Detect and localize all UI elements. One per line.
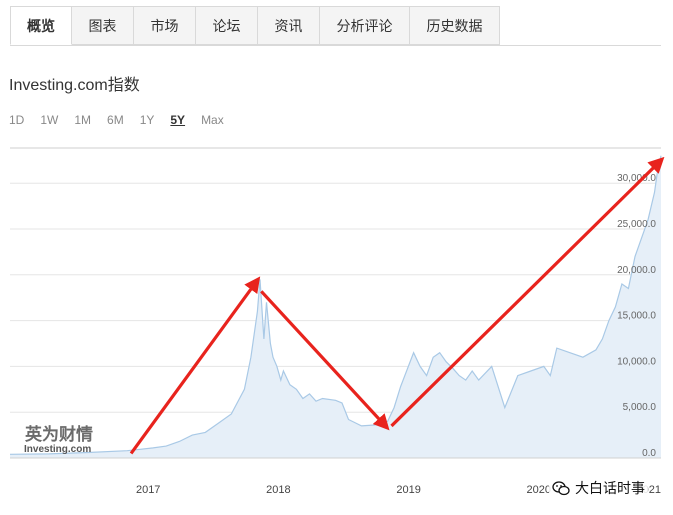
range-1y[interactable]: 1Y — [140, 113, 155, 127]
tab-overview[interactable]: 概览 — [10, 6, 72, 45]
price-chart[interactable]: 0.0 5,000.0 10,000.0 15,000.0 20,000.0 25,000… — [0, 140, 673, 505]
y-tick-label: 0.0 — [642, 448, 656, 459]
y-tick-label: 25,000.0 — [617, 219, 656, 230]
range-5y[interactable]: 5Y — [170, 113, 185, 127]
x-tick-label: 2020 — [527, 484, 551, 496]
x-tick-label: 2018 — [266, 484, 290, 496]
watermark-en: Investing.com — [24, 444, 91, 455]
tab-market[interactable]: 市场 — [134, 6, 196, 45]
wechat-account-name: 大白话时事 — [575, 480, 645, 496]
y-tick-label: 5,000.0 — [623, 402, 657, 413]
y-tick-label: 15,000.0 — [617, 311, 656, 322]
wechat-icon — [552, 480, 570, 495]
tab-divider — [10, 45, 661, 46]
range-selector: 1D 1W 1M 6M 1Y 5Y Max — [9, 113, 240, 127]
wechat-credit: 大白话时事 — [549, 476, 648, 500]
tab-news[interactable]: 资讯 — [258, 6, 320, 45]
tab-historical-data[interactable]: 历史数据 — [410, 6, 500, 45]
tab-analysis[interactable]: 分析评论 — [320, 6, 410, 45]
range-1w[interactable]: 1W — [40, 113, 58, 127]
watermark-logo: 英为财情 Investing.com — [24, 424, 93, 455]
x-tick-label: 2019 — [396, 484, 420, 496]
page-title: Investing.com指数 — [9, 77, 140, 94]
range-1d[interactable]: 1D — [9, 113, 24, 127]
y-tick-label: 20,000.0 — [617, 265, 656, 276]
range-max[interactable]: Max — [201, 113, 224, 127]
y-tick-label: 10,000.0 — [617, 356, 656, 367]
range-6m[interactable]: 6M — [107, 113, 124, 127]
tab-forum[interactable]: 论坛 — [196, 6, 258, 45]
tab-bar: 概览 图表 市场 论坛 资讯 分析评论 历史数据 — [10, 6, 500, 46]
tab-chart[interactable]: 图表 — [72, 6, 134, 45]
watermark-cn: 英为财情 — [25, 424, 93, 445]
x-tick-label: 2017 — [136, 484, 160, 496]
range-1m[interactable]: 1M — [74, 113, 91, 127]
